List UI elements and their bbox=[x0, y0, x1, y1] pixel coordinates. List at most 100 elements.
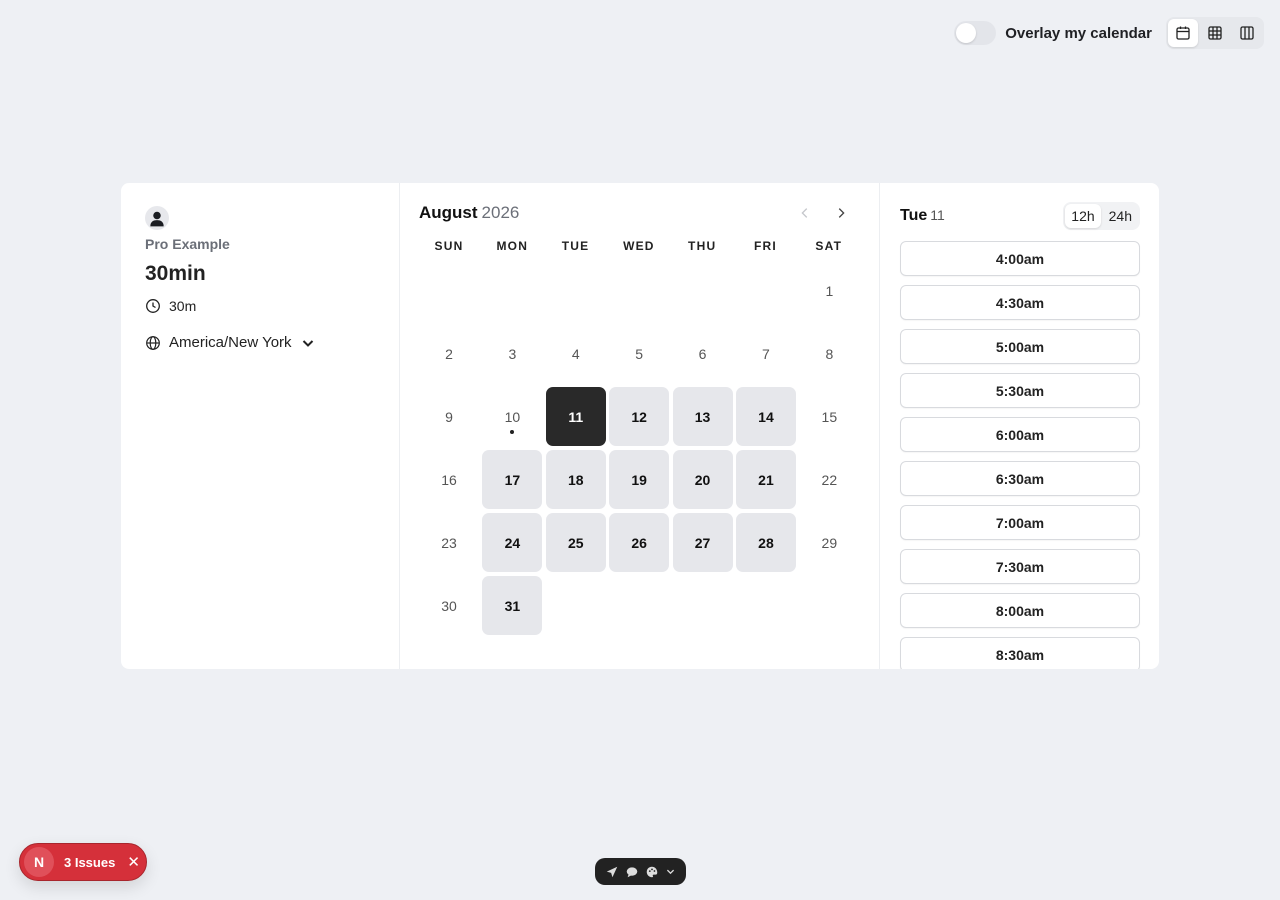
timezone-select[interactable]: America/New York bbox=[145, 334, 375, 351]
available-day-button[interactable]: 31 bbox=[482, 576, 543, 635]
available-day-button[interactable]: 19 bbox=[609, 450, 670, 509]
day-number: 22 bbox=[821, 471, 838, 488]
day-cell: 1 bbox=[799, 261, 859, 320]
day-cell: 29 bbox=[799, 513, 859, 572]
available-day-button[interactable]: 14 bbox=[735, 387, 796, 446]
week-view-button[interactable] bbox=[1200, 19, 1230, 47]
avatar bbox=[145, 206, 169, 230]
year-label: 2026 bbox=[481, 203, 520, 222]
chevron-left-icon bbox=[801, 208, 808, 218]
available-day-button[interactable]: 21 bbox=[735, 450, 796, 509]
time-format-12h-button[interactable]: 12h bbox=[1065, 204, 1101, 228]
available-day-button[interactable]: 27 bbox=[672, 513, 733, 572]
event-info-panel: Pro Example 30min 30m America/New York bbox=[121, 183, 400, 669]
selected-weekday: Tue bbox=[900, 207, 928, 224]
close-icon[interactable]: ✕ bbox=[127, 853, 140, 871]
time-slot-button[interactable]: 4:30am bbox=[900, 285, 1140, 320]
time-slot-button[interactable]: 5:30am bbox=[900, 373, 1140, 408]
day-number: 12 bbox=[631, 408, 647, 425]
available-day-button[interactable]: 25 bbox=[545, 513, 606, 572]
selected-day-button[interactable]: 11 bbox=[545, 387, 606, 446]
month-view-button[interactable] bbox=[1168, 19, 1198, 47]
empty-day-cell bbox=[673, 261, 733, 320]
calendar-header: August 2026 bbox=[419, 203, 859, 223]
available-day-button[interactable]: 24 bbox=[482, 513, 543, 572]
day-number: 1 bbox=[825, 282, 834, 299]
chevron-down-icon[interactable] bbox=[665, 866, 676, 877]
day-cell: 30 bbox=[419, 576, 479, 635]
day-cell: 22 bbox=[799, 450, 859, 509]
days-grid: 1 2 3 4 5 6 7 8 9 10 11 12 13 14 15 16 17 18 19 20 21 22 23 24 2… bbox=[419, 261, 859, 635]
send-icon[interactable] bbox=[605, 865, 619, 879]
weekday-label: SAT bbox=[815, 239, 843, 253]
available-day-button[interactable]: 13 bbox=[672, 387, 733, 446]
day-number: 10 bbox=[504, 408, 521, 425]
today-indicator bbox=[510, 430, 515, 434]
day-number: 26 bbox=[631, 534, 647, 551]
column-view-button[interactable] bbox=[1232, 19, 1262, 47]
day-cell: 5 bbox=[609, 324, 669, 383]
empty-day-cell bbox=[736, 261, 796, 320]
day-number: 28 bbox=[758, 534, 774, 551]
day-number: 4 bbox=[571, 345, 580, 362]
time-slot-list: 4:00am 4:30am 5:00am 5:30am 6:00am 6:30am 7:00… bbox=[900, 241, 1140, 669]
timezone-label: America/New York bbox=[169, 334, 292, 351]
weekday-label: TUE bbox=[561, 239, 590, 253]
day-number: 27 bbox=[694, 534, 711, 551]
time-slots-panel: Tue 11 12h 24h 4:00am 4:30am 5:00am 5:30am 6:0… bbox=[880, 183, 1159, 669]
day-number: 21 bbox=[758, 471, 774, 488]
overlay-calendar-toggle[interactable] bbox=[954, 21, 997, 45]
time-slot-button[interactable]: 4:00am bbox=[900, 241, 1140, 276]
day-number: 6 bbox=[698, 345, 707, 362]
time-slot-button[interactable]: 5:00am bbox=[900, 329, 1140, 364]
month-year: August 2026 bbox=[419, 203, 519, 223]
time-slot-button[interactable]: 8:30am bbox=[900, 637, 1140, 669]
day-cell: 9 bbox=[419, 387, 479, 446]
available-day-button[interactable]: 12 bbox=[609, 387, 670, 446]
issues-indicator[interactable]: N 3 Issues ✕ bbox=[19, 843, 147, 881]
day-number: 29 bbox=[821, 534, 838, 551]
selected-date-heading: Tue 11 bbox=[900, 207, 945, 225]
overlay-calendar-label: Overlay my calendar bbox=[1005, 24, 1152, 42]
next-month-button[interactable] bbox=[831, 203, 851, 223]
time-format-24h-button[interactable]: 24h bbox=[1103, 204, 1138, 228]
date-picker: August 2026 SUN MON TUE WED THU FRI SAT 1234567… bbox=[400, 183, 880, 669]
profile-name: Pro Example bbox=[145, 236, 230, 252]
time-slots-header: Tue 11 12h 24h bbox=[900, 201, 1140, 231]
day-number: 8 bbox=[825, 345, 834, 362]
day-number: 11 bbox=[568, 408, 584, 425]
selected-day-number: 11 bbox=[930, 207, 945, 223]
chevron-down-icon bbox=[302, 339, 313, 347]
calendar-month-icon bbox=[1176, 26, 1190, 40]
chevron-right-icon bbox=[838, 208, 845, 218]
dev-toolbar bbox=[595, 858, 686, 885]
empty-day-cell bbox=[546, 261, 606, 320]
time-slot-button[interactable]: 8:00am bbox=[900, 593, 1140, 628]
available-day-button[interactable]: 28 bbox=[735, 513, 796, 572]
time-format-toggle: 12h 24h bbox=[1063, 202, 1140, 230]
previous-month-button[interactable] bbox=[795, 203, 815, 223]
day-number: 25 bbox=[567, 534, 584, 551]
day-cell: 8 bbox=[799, 324, 859, 383]
clock-icon bbox=[146, 299, 160, 313]
available-day-button[interactable]: 26 bbox=[609, 513, 670, 572]
palette-icon[interactable] bbox=[645, 865, 659, 879]
weekday-header-row: SUN MON TUE WED THU FRI SAT bbox=[419, 236, 859, 261]
time-slot-button[interactable]: 7:30am bbox=[900, 549, 1140, 584]
time-slot-button[interactable]: 6:00am bbox=[900, 417, 1140, 452]
time-slot-button[interactable]: 6:30am bbox=[900, 461, 1140, 496]
weekday-label: THU bbox=[688, 239, 717, 253]
weekday-label: MON bbox=[496, 239, 529, 253]
day-cell: 2 bbox=[419, 324, 479, 383]
available-day-button[interactable]: 17 bbox=[482, 450, 543, 509]
time-slot-button[interactable]: 7:00am bbox=[900, 505, 1140, 540]
weekday-label: SUN bbox=[434, 239, 464, 253]
day-number: 30 bbox=[441, 597, 457, 614]
day-cell: 3 bbox=[482, 324, 542, 383]
grid-week-icon bbox=[1208, 26, 1222, 40]
available-day-button[interactable]: 20 bbox=[672, 450, 733, 509]
day-number: 3 bbox=[508, 345, 517, 362]
chat-bubble-icon[interactable] bbox=[625, 865, 639, 879]
day-number: 19 bbox=[631, 471, 647, 488]
available-day-button[interactable]: 18 bbox=[545, 450, 606, 509]
